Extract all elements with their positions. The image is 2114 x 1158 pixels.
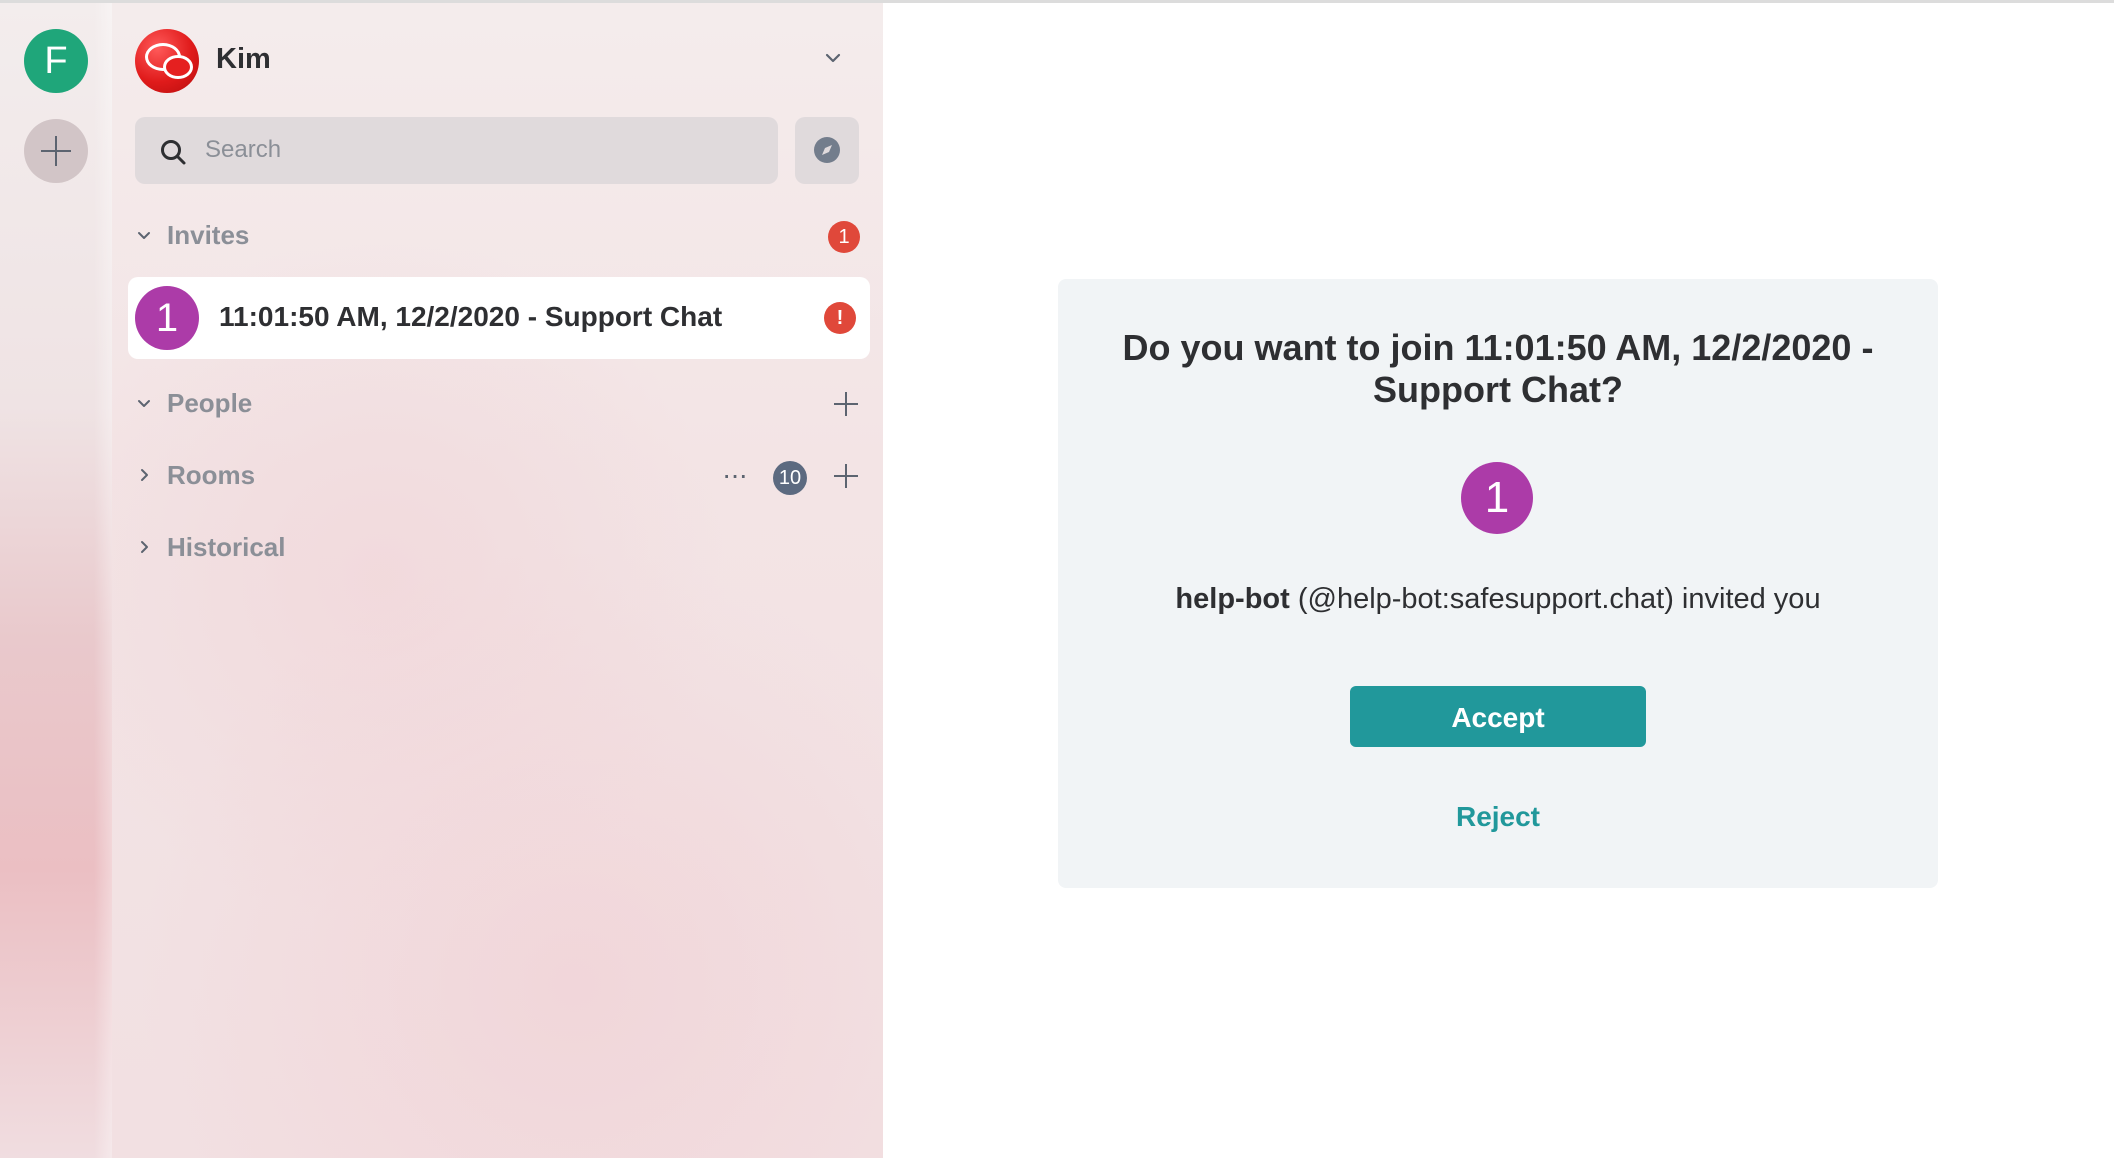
add-room-button[interactable] [834,464,858,488]
explore-compass-icon [814,137,840,163]
section-people[interactable]: People [135,384,871,424]
space-panel: F [0,3,112,1158]
add-person-button[interactable] [834,392,858,416]
search-input[interactable]: Search [135,117,778,184]
more-icon[interactable]: ··· [722,461,748,489]
invite-title: Do you want to join 11:01:50 AM, 12/2/20… [1122,327,1874,410]
chevron-right-icon [141,469,148,481]
section-label: People [167,388,253,418]
search-placeholder: Search [205,136,282,163]
room-invite-preview: Do you want to join 11:01:50 AM, 12/2/20… [1058,279,1938,888]
user-menu-name[interactable]: Kim [216,43,271,76]
chevron-down-icon [138,232,150,239]
user-avatar[interactable] [135,29,199,93]
room-avatar: 1 [1461,462,1533,534]
inviter-name: help-bot [1175,583,1290,615]
chevron-down-icon[interactable] [822,47,844,69]
explore-rooms-button[interactable] [795,117,859,184]
room-list-panel: Kim Search Invites 1 1 11:01:50 AM, 12/2… [112,3,883,1158]
section-label: Historical [167,532,286,562]
invites-count-badge: 1 [828,221,860,253]
room-name: 11:01:50 AM, 12/2/2020 - Support Chat [219,301,723,332]
create-space-button[interactable] [24,119,88,183]
reject-button[interactable]: Reject [1348,801,1648,833]
section-label: Rooms [167,460,256,490]
section-invites[interactable]: Invites [135,216,871,256]
section-rooms[interactable]: Rooms [135,456,871,496]
chevron-right-icon [141,541,148,553]
chevron-down-icon [138,400,150,407]
rooms-count-badge: 10 [773,461,807,495]
section-label: Invites [167,220,250,250]
section-historical[interactable]: Historical [135,528,871,568]
search-icon [161,140,186,165]
accept-button[interactable]: Accept [1350,686,1646,747]
inviter-detail: (@help-bot:safesupport.chat) invited you [1297,583,1821,615]
space-avatar-home[interactable]: F [24,29,88,93]
room-tile-invite[interactable]: 1 11:01:50 AM, 12/2/2020 - Support Chat … [128,277,870,359]
room-avatar: 1 [135,286,199,350]
invite-alert-badge: ! [824,302,856,334]
inviter-line: help-bot (@help-bot:safesupport.chat) in… [1058,583,1938,616]
